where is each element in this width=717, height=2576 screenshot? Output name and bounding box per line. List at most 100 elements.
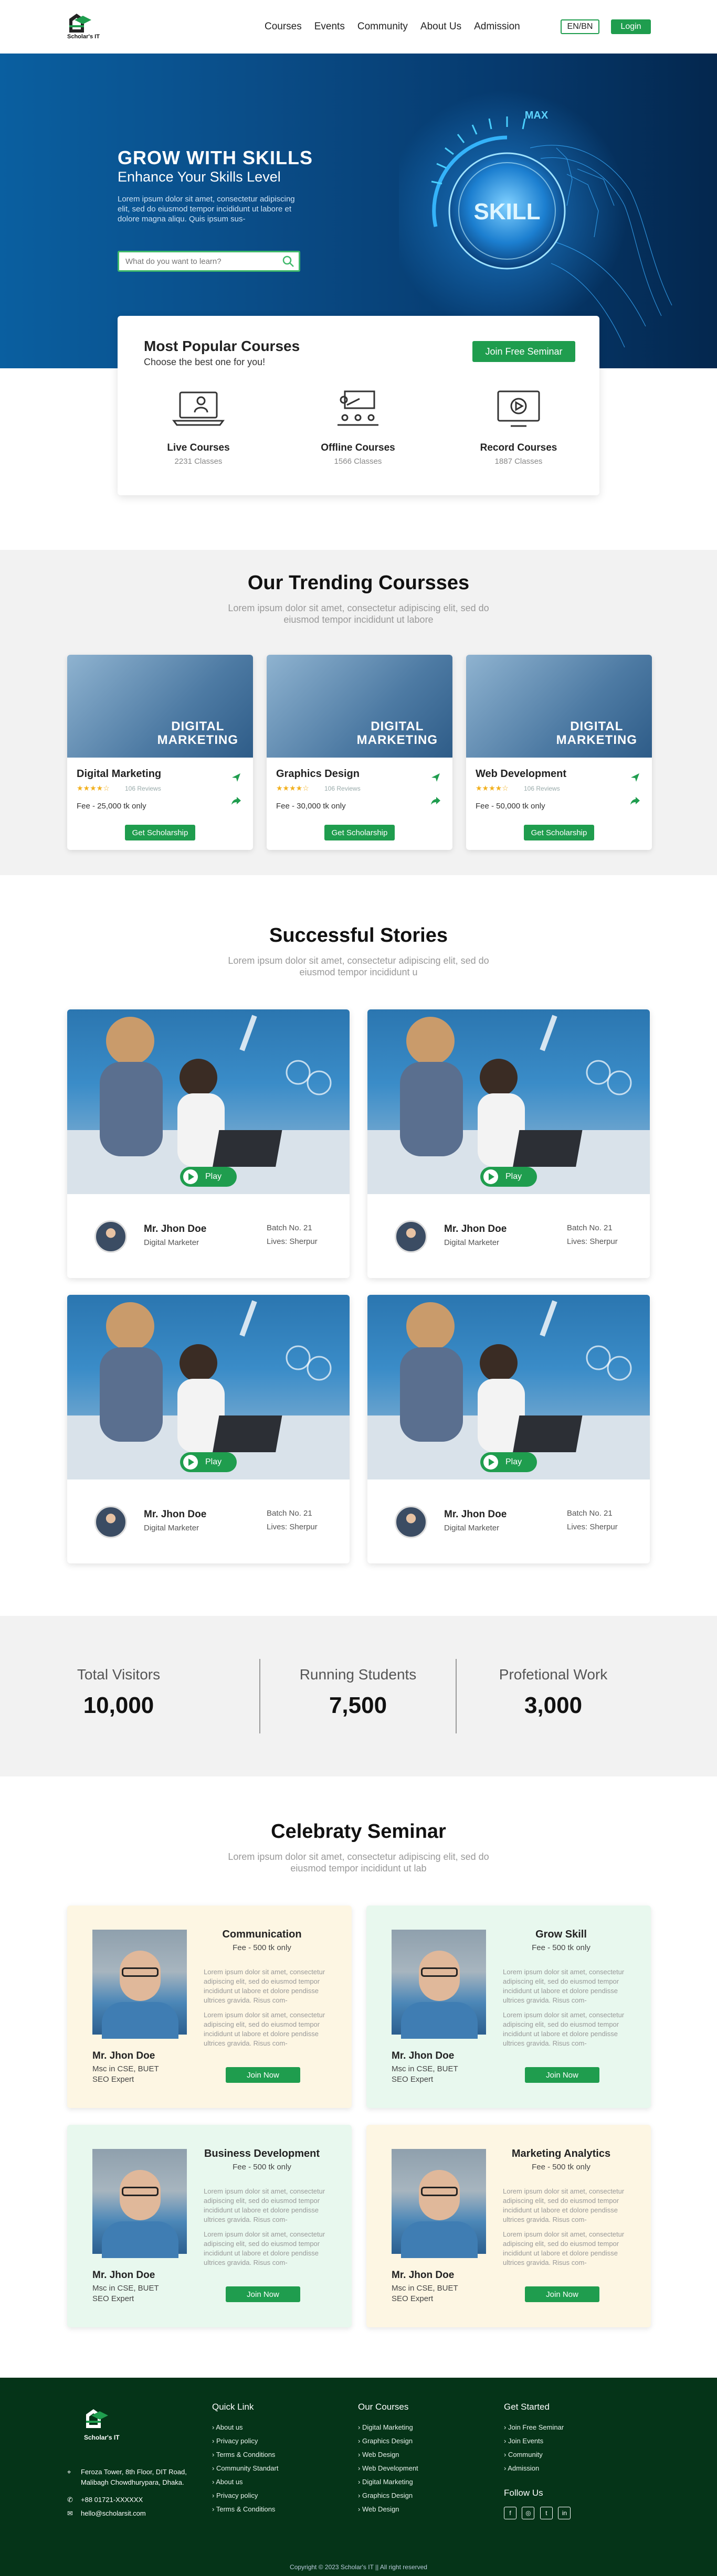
seminar-description: Lorem ipsum dolor sit amet, consectetur … bbox=[204, 2187, 325, 2223]
nav-events[interactable]: Events bbox=[314, 21, 345, 33]
story-card[interactable]: Play Mr. Jhon Doe Digital Marketer Batch… bbox=[67, 1009, 350, 1278]
student-name: Mr. Jhon Doe bbox=[144, 1509, 207, 1520]
seminar-card: Grow Skill Fee - 500 tk only Lorem ipsum… bbox=[366, 1906, 651, 2108]
join-now-button[interactable]: Join Now bbox=[226, 2067, 300, 2083]
get-scholarship-button[interactable]: Get Scholarship bbox=[324, 825, 395, 840]
linkedin-icon[interactable]: in bbox=[558, 2507, 571, 2519]
footer-link[interactable]: Web Design bbox=[362, 2505, 399, 2513]
speaker-name: Mr. Jhon Doe bbox=[92, 2270, 155, 2281]
course-fee: Fee - 50,000 tk only bbox=[476, 802, 545, 811]
course-card[interactable]: DIGITAL MARKETING Web Development ★★★★☆ 1… bbox=[466, 655, 652, 850]
student-location: Lives: Sherpur bbox=[267, 1237, 318, 1246]
knob-label: SKILL bbox=[473, 199, 540, 225]
join-now-button[interactable]: Join Now bbox=[525, 2286, 599, 2302]
course-image: DIGITAL MARKETING bbox=[67, 655, 253, 758]
popular-subtitle: Choose the best one for you! bbox=[144, 357, 266, 367]
footer-logo[interactable]: Scholar's IT bbox=[84, 2407, 126, 2444]
get-scholarship-button[interactable]: Get Scholarship bbox=[524, 825, 594, 840]
footer-link[interactable]: Join Free Seminar bbox=[508, 2423, 564, 2431]
follow-us-title: Follow Us bbox=[504, 2488, 543, 2498]
speaker-degree: Msc in CSE, BUET bbox=[92, 2064, 159, 2073]
stat-value: 3,000 bbox=[524, 1693, 583, 1718]
search-input[interactable] bbox=[119, 252, 271, 270]
join-now-button[interactable]: Join Now bbox=[525, 2067, 599, 2083]
speaker-degree: Msc in CSE, BUET bbox=[92, 2284, 159, 2293]
nav-courses[interactable]: Courses bbox=[265, 21, 302, 33]
footer-phone[interactable]: +88 01721-XXXXXX bbox=[81, 2496, 143, 2504]
play-button[interactable]: Play bbox=[180, 1167, 237, 1187]
join-now-button[interactable]: Join Now bbox=[226, 2286, 300, 2302]
send-icon[interactable] bbox=[231, 772, 241, 785]
footer-link[interactable]: Web Development bbox=[362, 2464, 418, 2472]
offline-courses-item[interactable]: Offline Courses 1566 Classes bbox=[305, 388, 410, 466]
mail-icon: ✉ bbox=[67, 2509, 73, 2517]
get-scholarship-button[interactable]: Get Scholarship bbox=[125, 825, 195, 840]
student-role: Digital Marketer bbox=[444, 1238, 500, 1247]
stat-label: Total Visitors bbox=[77, 1666, 161, 1683]
seminar-card: Business Development Fee - 500 tk only L… bbox=[67, 2125, 352, 2327]
footer-link[interactable]: About us bbox=[216, 2478, 242, 2486]
rating-stars: ★★★★☆ bbox=[276, 784, 309, 792]
play-button[interactable]: Play bbox=[180, 1452, 237, 1472]
course-title: Web Development bbox=[476, 768, 566, 780]
footer-email[interactable]: hello@scholarsit.com bbox=[81, 2509, 146, 2517]
footer-link[interactable]: Privacy policy bbox=[216, 2492, 258, 2499]
stat-total-visitors: Total Visitors 10,000 bbox=[40, 1666, 197, 1719]
language-toggle[interactable]: EN/BN bbox=[561, 19, 599, 34]
footer-link[interactable]: Join Events bbox=[508, 2437, 543, 2445]
footer-link[interactable]: Graphics Design bbox=[362, 2437, 413, 2445]
play-button[interactable]: Play bbox=[480, 1452, 537, 1472]
footer-link[interactable]: Terms & Conditions bbox=[216, 2451, 276, 2458]
trending-subtitle: Lorem ipsum dolor sit amet, consectetur … bbox=[228, 603, 489, 625]
send-icon[interactable] bbox=[630, 772, 640, 785]
phone-icon: ✆ bbox=[67, 2496, 73, 2504]
story-card[interactable]: Play Mr. Jhon Doe Digital Marketer Batch… bbox=[67, 1295, 350, 1563]
live-courses-item[interactable]: Live Courses 2231 Classes bbox=[146, 388, 251, 466]
story-card[interactable]: Play Mr. Jhon Doe Digital Marketer Batch… bbox=[367, 1295, 650, 1563]
play-button[interactable]: Play bbox=[480, 1167, 537, 1187]
footer-link[interactable]: About us bbox=[216, 2423, 242, 2431]
twitter-icon[interactable]: t bbox=[540, 2507, 553, 2519]
footer-link[interactable]: Graphics Design bbox=[362, 2492, 413, 2499]
instagram-icon[interactable]: ◎ bbox=[522, 2507, 535, 2519]
seminar-description: Lorem ipsum dolor sit amet, consectetur … bbox=[503, 1968, 625, 2004]
share-icon[interactable] bbox=[430, 795, 441, 808]
logo[interactable]: Scholar's IT bbox=[67, 12, 104, 42]
seminar-description: Lorem ipsum dolor sit amet, consectetur … bbox=[204, 1968, 325, 2004]
footer-link[interactable]: Digital Marketing bbox=[362, 2423, 413, 2431]
facebook-icon[interactable]: f bbox=[504, 2507, 516, 2519]
reviews-count: 106 Reviews bbox=[524, 785, 560, 792]
course-card[interactable]: DIGITAL MARKETING Digital Marketing ★★★★☆… bbox=[67, 655, 253, 850]
avatar bbox=[395, 1220, 427, 1253]
footer-link[interactable]: Admission bbox=[508, 2464, 539, 2472]
nav-community[interactable]: Community bbox=[357, 21, 408, 33]
footer-column-title: Quick Link bbox=[212, 2402, 254, 2412]
footer-courses: Our Courses › Digital Marketing › Graphi… bbox=[358, 2402, 418, 2513]
story-card[interactable]: Play Mr. Jhon Doe Digital Marketer Batch… bbox=[367, 1009, 650, 1278]
login-button[interactable]: Login bbox=[611, 19, 651, 34]
course-card[interactable]: DIGITAL MARKETING Graphics Design ★★★★☆ 1… bbox=[267, 655, 452, 850]
footer-link[interactable]: Digital Marketing bbox=[362, 2478, 413, 2486]
popular-title: Most Popular Courses bbox=[144, 338, 300, 354]
student-role: Digital Marketer bbox=[144, 1524, 199, 1532]
footer-link[interactable]: Web Design bbox=[362, 2451, 399, 2458]
share-icon[interactable] bbox=[231, 795, 241, 808]
seminar-card-title: Business Development bbox=[204, 2148, 320, 2159]
stat-running-students: Running Students 7,500 bbox=[279, 1666, 437, 1719]
record-courses-item[interactable]: Record Courses 1887 Classes bbox=[466, 388, 571, 466]
nav-about[interactable]: About Us bbox=[420, 21, 461, 33]
footer-link[interactable]: Community bbox=[508, 2451, 543, 2458]
search-icon[interactable] bbox=[282, 255, 294, 270]
join-free-seminar-button[interactable]: Join Free Seminar bbox=[472, 341, 575, 362]
footer-link[interactable]: Community Standart bbox=[216, 2464, 279, 2472]
course-image-label: MARKETING bbox=[556, 733, 637, 747]
student-role: Digital Marketer bbox=[444, 1524, 500, 1532]
laptop-teacher-icon bbox=[172, 391, 225, 426]
share-icon[interactable] bbox=[630, 795, 640, 808]
seminar-fee: Fee - 500 tk only bbox=[233, 1943, 291, 1952]
nav-admission[interactable]: Admission bbox=[474, 21, 520, 33]
send-icon[interactable] bbox=[430, 772, 441, 785]
footer-link[interactable]: Privacy policy bbox=[216, 2437, 258, 2445]
seminar-title: Celebraty Seminar bbox=[271, 1821, 446, 1843]
footer-link[interactable]: Terms & Conditions bbox=[216, 2505, 276, 2513]
